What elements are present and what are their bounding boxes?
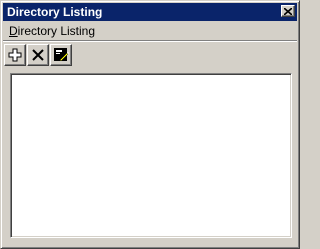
menu-item-mnemonic: D <box>9 24 18 38</box>
window-title: Directory Listing <box>7 5 103 19</box>
delete-button[interactable] <box>27 44 49 66</box>
title-bar[interactable]: Directory Listing <box>3 3 297 21</box>
directory-list[interactable] <box>10 73 292 238</box>
close-icon <box>284 7 292 15</box>
properties-icon <box>54 48 69 62</box>
menu-separator <box>3 40 297 42</box>
menu-bar: Directory Listing <box>3 22 297 40</box>
menu-item-label: irectory Listing <box>17 24 96 38</box>
add-icon <box>8 48 22 62</box>
directory-listing-window: Directory Listing Directory Listing <box>0 0 300 249</box>
close-button[interactable] <box>281 5 295 17</box>
properties-button[interactable] <box>50 44 72 66</box>
menu-directory-listing[interactable]: Directory Listing <box>3 22 101 40</box>
add-button[interactable] <box>4 44 26 66</box>
delete-icon <box>32 49 44 61</box>
toolbar <box>4 44 72 68</box>
